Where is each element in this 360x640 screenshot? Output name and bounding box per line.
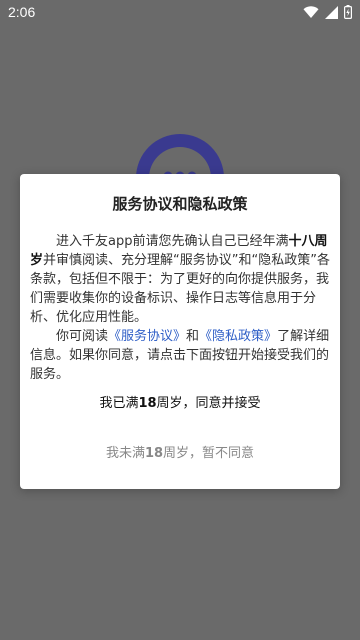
read-more-text-2: 和 — [186, 329, 200, 344]
cellular-signal-icon — [325, 5, 338, 19]
dialog-title: 服务协议和隐私政策 — [112, 195, 248, 213]
accept-button[interactable]: 我已满18周岁，同意并接受 — [20, 390, 340, 418]
service-agreement-link[interactable]: 《服务协议》 — [108, 329, 186, 344]
consent-text-1: 进入千友app前请您先确认自己已经年满 — [56, 234, 289, 249]
accept-age: 18 — [138, 396, 157, 411]
decline-button[interactable]: 我未满18周岁，暂不同意 — [20, 440, 340, 468]
accept-label-2: 周岁，同意并接受 — [156, 396, 261, 411]
read-more-paragraph: 你可阅读《服务协议》和《隐私政策》了解详细信息。如果你同意，请点击下面按钮开始接… — [30, 327, 330, 384]
accept-label-1: 我已满 — [99, 396, 139, 411]
consent-text-2: 并审慎阅读、充分理解“服务协议”和“隐私政策”各条款，包括但不限于：为了更好的向… — [30, 253, 330, 325]
battery-icon — [344, 5, 352, 19]
privacy-policy-link[interactable]: 《隐私政策》 — [199, 329, 277, 344]
status-time: 2:06 — [8, 4, 36, 20]
status-bar: 2:06 — [0, 0, 360, 24]
decline-label-1: 我未满 — [105, 446, 145, 461]
read-more-text-1: 你可阅读 — [56, 329, 109, 344]
wifi-icon — [303, 5, 319, 19]
decline-label-2: 周岁，暂不同意 — [163, 446, 255, 461]
dialog-body: 进入千友app前请您先确认自己已经年满十八周岁并审慎阅读、充分理解“服务协议”和… — [30, 232, 330, 384]
consent-paragraph: 进入千友app前请您先确认自己已经年满十八周岁并审慎阅读、充分理解“服务协议”和… — [30, 232, 330, 327]
decline-age: 18 — [144, 446, 164, 461]
status-icons — [303, 4, 352, 20]
privacy-agreement-dialog: 服务协议和隐私政策 进入千友app前请您先确认自己已经年满十八周岁并审慎阅读、充… — [20, 174, 340, 489]
